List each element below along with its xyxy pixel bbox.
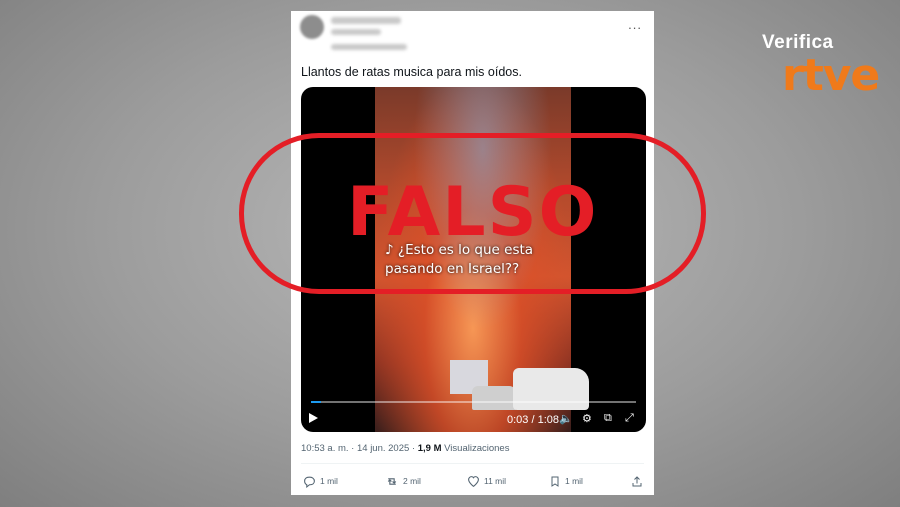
tweet-time[interactable]: 10:53 a. m. xyxy=(301,443,349,454)
blurred-username[interactable] xyxy=(331,17,401,24)
views-label: Visualizaciones xyxy=(444,443,510,454)
divider xyxy=(301,463,644,464)
play-icon[interactable] xyxy=(309,413,318,423)
brand-rtve-label: rtve xyxy=(782,50,880,101)
like-count: 11 mil xyxy=(484,476,507,486)
video-time: 0:03 / 1:08 xyxy=(507,414,559,426)
video-progress-fill xyxy=(311,401,321,403)
like-icon xyxy=(468,475,479,487)
fullscreen-icon[interactable]: ⤢ xyxy=(625,412,634,425)
van-shape xyxy=(513,368,589,410)
falso-stamp-text: FALSO xyxy=(347,173,599,252)
reply-icon xyxy=(304,476,315,488)
meta-separator-2: · xyxy=(411,443,416,454)
blurred-subtitle xyxy=(331,44,407,50)
bookmark-count: 1 mil xyxy=(565,476,583,486)
volume-icon[interactable]: 🔈 xyxy=(559,412,573,425)
settings-icon[interactable]: ⚙ xyxy=(582,412,592,425)
bookmark-icon xyxy=(551,476,559,487)
tweet-meta: 10:53 a. m. · 14 jun. 2025 · 1,9 M Visua… xyxy=(301,443,509,454)
meta-separator: · xyxy=(351,443,355,454)
retweet-icon xyxy=(387,477,397,485)
more-options-icon[interactable]: ... xyxy=(628,17,642,32)
falso-stamp: FALSO xyxy=(239,133,706,294)
retweet-button[interactable]: 2 mil xyxy=(385,472,421,490)
pip-icon[interactable]: ⧉ xyxy=(604,412,612,425)
like-button[interactable]: 11 mil xyxy=(467,472,506,490)
retweet-count: 2 mil xyxy=(403,476,421,486)
blurred-handle xyxy=(331,29,381,35)
car-shape xyxy=(472,386,517,410)
reply-count: 1 mil xyxy=(320,476,338,486)
action-bar: 1 mil 2 mil 11 mil 1 mil xyxy=(291,472,654,492)
video-progress-bar[interactable] xyxy=(311,401,636,403)
tweet-date[interactable]: 14 jun. 2025 xyxy=(357,443,409,454)
avatar[interactable] xyxy=(300,15,324,39)
tweet-text: Llantos de ratas musica para mis oídos. xyxy=(301,65,522,79)
share-button[interactable] xyxy=(631,472,643,490)
verifica-rtve-logo: Verifica rtve xyxy=(758,30,880,110)
share-icon xyxy=(632,475,642,486)
bookmark-button[interactable]: 1 mil xyxy=(549,472,583,490)
view-count: 1,9 M xyxy=(417,443,442,454)
reply-button[interactable]: 1 mil xyxy=(303,472,338,490)
